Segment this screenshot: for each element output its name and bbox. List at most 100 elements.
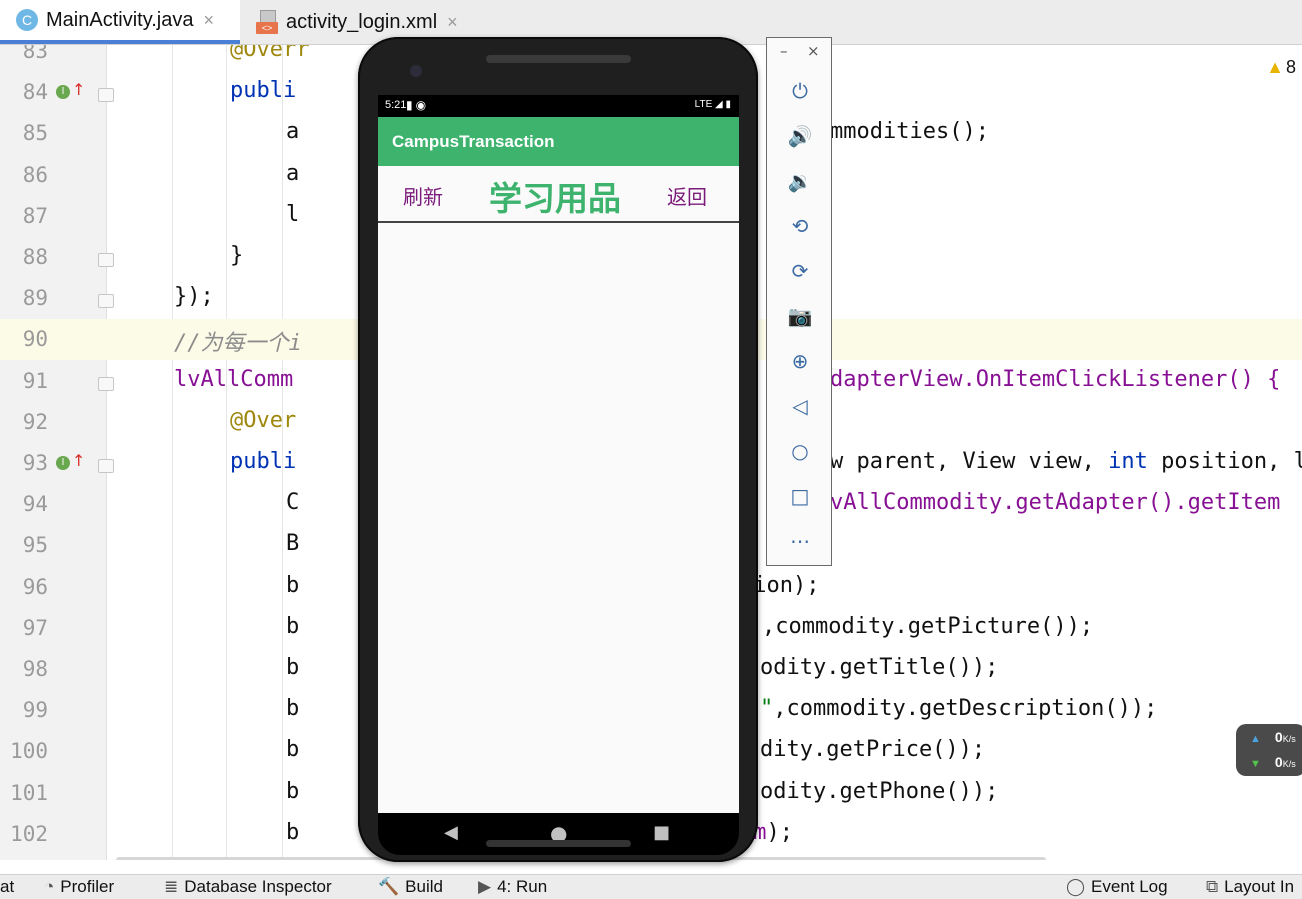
tab-label: MainActivity.java [46, 8, 194, 31]
nav-recent-icon[interactable]: ■ [653, 822, 670, 843]
code-text: a [286, 160, 300, 186]
line-number[interactable]: 84 [0, 80, 48, 104]
line-number[interactable]: 85 [0, 121, 48, 145]
code-text: odity.getPhone()); [760, 778, 999, 804]
line-number[interactable]: 96 [0, 575, 48, 599]
tab-main-activity[interactable]: C MainActivity.java × [0, 0, 240, 44]
code-text: @Overr [230, 45, 310, 62]
power-icon[interactable]: ⏻ [787, 78, 813, 104]
line-number[interactable]: 90 [0, 327, 48, 351]
upload-speed: ▲ 0K/s [1250, 729, 1296, 745]
phone-speaker [486, 55, 631, 63]
app-action-bar: CampusTransaction [378, 117, 739, 166]
code-text: publi [230, 78, 297, 104]
code-text: B [286, 531, 300, 557]
hammer-icon: 🔨 [378, 877, 400, 896]
android-nav-bar: ◀ ● ■ [378, 813, 739, 855]
fold-marker-icon[interactable] [98, 294, 114, 309]
close-icon[interactable]: × [807, 42, 820, 60]
back-button[interactable]: 返回 [667, 181, 707, 210]
network-speed-widget: ▲ 0K/s ▼ 0K/s [1236, 724, 1302, 776]
refresh-button[interactable]: 刷新 [403, 181, 443, 210]
line-number[interactable]: 83 [0, 45, 48, 63]
implements-marker-icon[interactable]: I [56, 456, 70, 470]
tool-run[interactable]: ▶ 4: Run [478, 877, 547, 897]
zoom-icon[interactable]: ⊕ [787, 348, 813, 374]
code-text: b [286, 572, 300, 598]
line-number[interactable]: 101 [0, 781, 48, 805]
phone-camera [410, 65, 422, 77]
overview-icon[interactable]: □ [787, 483, 813, 509]
code-text: odity.getTitle()); [760, 655, 999, 680]
line-number[interactable]: 92 [0, 410, 48, 434]
nav-back-icon[interactable]: ◀ [444, 822, 458, 843]
emulator-phone: 5:21 ▮◉ LTE ◢ ▮ CampusTransaction 刷新 学习用… [358, 37, 758, 862]
fold-marker-icon[interactable] [98, 88, 114, 103]
line-number[interactable]: 88 [0, 245, 48, 269]
line-number[interactable]: 91 [0, 369, 48, 393]
tool-layout-inspector[interactable]: ⧉ Layout In [1206, 877, 1294, 897]
line-number[interactable]: 86 [0, 163, 48, 187]
line-number[interactable]: 93 [0, 451, 48, 475]
line-number[interactable]: 87 [0, 204, 48, 228]
tool-build[interactable]: 🔨 Build [378, 877, 443, 897]
tool-window-tab[interactable]: at [0, 877, 14, 897]
line-number[interactable]: 99 [0, 698, 48, 722]
line-number[interactable]: 100 [0, 739, 48, 763]
phone-screen[interactable]: 5:21 ▮◉ LTE ◢ ▮ CampusTransaction 刷新 学习用… [378, 95, 739, 813]
rotate-right-icon[interactable]: ⟳ [787, 258, 813, 284]
fold-marker-icon[interactable] [98, 376, 114, 391]
play-icon: ▶ [478, 877, 492, 896]
back-icon[interactable]: ◁ [787, 393, 813, 419]
tool-database-inspector[interactable]: ≣ Database Inspector [164, 877, 332, 897]
close-icon[interactable]: × [447, 12, 458, 33]
code-text: mmodities(); [830, 119, 989, 145]
camera-icon[interactable]: 📷 [787, 303, 813, 329]
line-number[interactable]: 94 [0, 492, 48, 516]
code-text: ,commodity.getPicture()); [762, 613, 1094, 639]
code-text: b [286, 613, 300, 639]
volume-up-icon[interactable]: 🔊 [787, 123, 813, 149]
code-text: b [286, 696, 300, 722]
commodity-list[interactable] [378, 223, 739, 813]
fold-marker-icon[interactable] [98, 459, 114, 473]
override-arrow-icon[interactable]: ↑ [72, 451, 85, 470]
category-title: 学习用品 [489, 179, 621, 218]
code-text: b [286, 737, 300, 763]
code-text: ",commodity.getDescription()); [760, 696, 1158, 722]
line-number[interactable]: 97 [0, 616, 48, 640]
code-text: } [230, 243, 244, 268]
code-text: //为每一个i [174, 331, 302, 357]
code-text: lvAllComm [174, 366, 294, 392]
more-icon[interactable]: ⋯ [787, 528, 813, 554]
download-arrow-icon: ▼ [1250, 758, 1261, 770]
line-number[interactable]: 89 [0, 286, 48, 310]
line-number[interactable]: 95 [0, 533, 48, 557]
tool-window-bar: at ◔ Profiler ≣ Database Inspector 🔨 Build … [0, 874, 1302, 899]
tool-event-log[interactable]: ◯ Event Log [1066, 877, 1168, 897]
line-number[interactable]: 102 [0, 822, 48, 846]
line-number[interactable]: 98 [0, 657, 48, 681]
emulator-toolbar: – × ⏻ 🔊 🔉 ⟲ ⟳ 📷 ⊕ ◁ ○ □ ⋯ [766, 37, 832, 566]
tab-label: activity_login.xml [286, 10, 438, 33]
fold-marker-icon[interactable] [98, 253, 114, 267]
code-text: publi [230, 449, 297, 474]
status-notification-icons: ▮◉ [406, 98, 430, 112]
java-class-icon: C [16, 9, 38, 31]
code-text: b [286, 819, 300, 845]
code-text: w parent, View view, int position, l [830, 449, 1302, 474]
download-speed: ▼ 0K/s [1250, 754, 1296, 770]
implements-marker-icon[interactable]: I [56, 85, 70, 100]
code-text: C [286, 490, 300, 516]
inspection-warnings[interactable]: ▲ 8 [1266, 57, 1296, 78]
rotate-left-icon[interactable]: ⟲ [787, 213, 813, 239]
override-arrow-icon[interactable]: ↑ [72, 80, 85, 99]
close-icon[interactable]: × [203, 10, 214, 31]
upload-arrow-icon: ▲ [1250, 733, 1261, 745]
volume-down-icon[interactable]: 🔉 [787, 168, 813, 194]
tool-profiler[interactable]: ◔ Profiler [44, 877, 114, 897]
phone-bottom-speaker [486, 840, 631, 847]
home-icon[interactable]: ○ [787, 438, 813, 464]
code-text: b [286, 655, 300, 680]
minimize-icon[interactable]: – [780, 42, 788, 60]
